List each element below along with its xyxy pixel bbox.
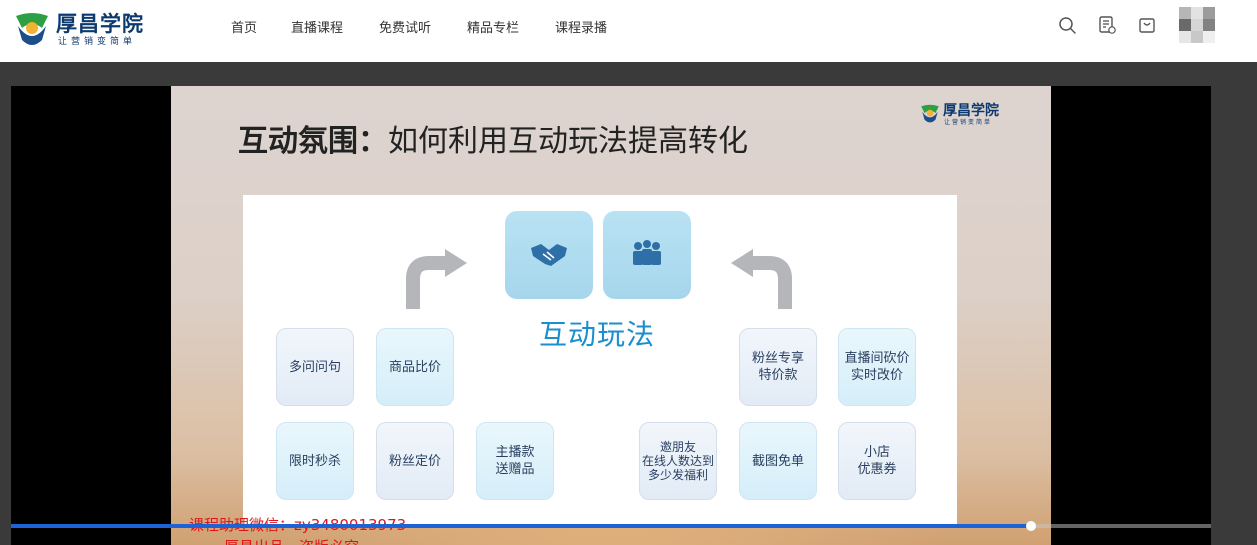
nav-item-home[interactable]: 首页 xyxy=(231,17,257,36)
tile-multi-questions: 多问问句 xyxy=(276,328,354,406)
top-navigation-bar: 厚昌学院 让营销变简单 首页 直播课程 免费试听 精品专栏 课程录播 xyxy=(0,0,1257,62)
team-tile xyxy=(603,211,691,299)
user-avatar[interactable] xyxy=(1179,7,1215,43)
tile-flash-sale: 限时秒杀 xyxy=(276,422,354,500)
tile-store-coupon: 小店 优惠券 xyxy=(838,422,916,500)
curved-arrow-right-icon xyxy=(406,249,467,309)
site-logo[interactable]: 厚昌学院 让营销变简单 xyxy=(12,6,152,50)
tile-invite-friends: 邀朋友 在线人数达到 多少发福利 xyxy=(639,422,717,500)
presentation-slide: 厚昌学院 让营销变简单 互动氛围：如何利用互动玩法提高转化 互动玩法 多问问句 … xyxy=(171,86,1051,545)
tile-live-bargain: 直播间砍价 实时改价 xyxy=(838,328,916,406)
watermark-copyright: 厚昌出品，盗版必究 xyxy=(224,536,359,545)
nav-item-recorded-courses[interactable]: 课程录播 xyxy=(555,17,607,36)
tile-fan-exclusive: 粉丝专享 特价款 xyxy=(739,328,817,406)
bag-icon[interactable] xyxy=(1137,15,1157,35)
document-icon[interactable] xyxy=(1097,15,1117,35)
progress-fill xyxy=(11,524,1031,528)
slide-title-bold: 互动氛围： xyxy=(238,124,388,159)
handshake-tile xyxy=(505,211,593,299)
logo-mark-icon xyxy=(16,13,48,45)
tile-fan-pricing: 粉丝定价 xyxy=(376,422,454,500)
slide-logo: 厚昌学院 让营销变简单 xyxy=(919,100,1009,126)
nav-item-live-courses[interactable]: 直播课程 xyxy=(291,17,343,36)
brand-slogan: 让营销变简单 xyxy=(58,37,137,47)
handshake-icon xyxy=(531,244,567,266)
slide-title: 互动氛围：如何利用互动玩法提高转化 xyxy=(238,116,748,160)
slide-diagram-panel: 互动玩法 多问问句 商品比价 限时秒杀 粉丝定价 主播款 送赠品 邀朋友 在线人… xyxy=(243,195,957,525)
team-icon xyxy=(633,240,661,265)
nav-item-premium-columns[interactable]: 精品专栏 xyxy=(467,17,519,36)
search-icon[interactable] xyxy=(1057,15,1077,35)
curved-arrow-left-icon xyxy=(731,249,792,309)
center-label: 互动玩法 xyxy=(539,318,656,351)
slide-logo-mark-icon xyxy=(921,104,939,123)
slide-logo-slogan: 让营销变简单 xyxy=(944,119,993,126)
progress-bar[interactable] xyxy=(11,521,1211,531)
nav-item-free-trial[interactable]: 免费试听 xyxy=(379,17,431,36)
tile-host-gift: 主播款 送赠品 xyxy=(476,422,554,500)
tile-price-compare: 商品比价 xyxy=(376,328,454,406)
tile-screenshot-free: 截图免单 xyxy=(739,422,817,500)
progress-thumb[interactable] xyxy=(1026,521,1036,531)
slide-title-rest: 如何利用互动玩法提高转化 xyxy=(388,124,748,159)
video-player[interactable]: 厚昌学院 让营销变简单 互动氛围：如何利用互动玩法提高转化 互动玩法 多问问句 … xyxy=(11,86,1211,545)
